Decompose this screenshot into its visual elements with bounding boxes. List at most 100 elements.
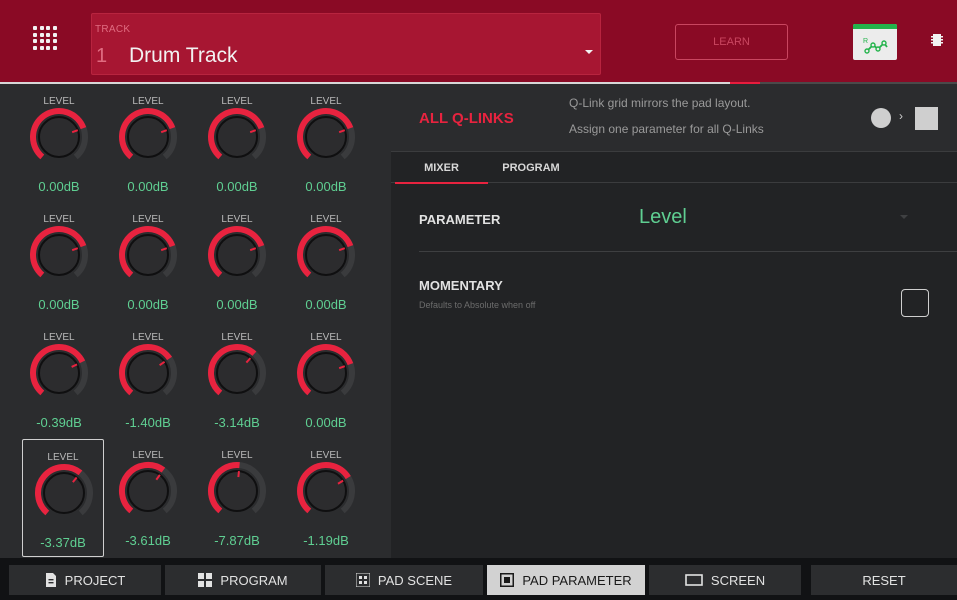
grid-dot	[39, 26, 44, 30]
knob-body	[38, 116, 80, 158]
knob-label: LEVEL	[221, 450, 253, 461]
pad-parameter-button[interactable]: PAD PARAMETER	[487, 565, 645, 595]
header-bar: TRACK 1 Drum Track LEARN R	[0, 0, 957, 84]
knob-body	[38, 234, 80, 276]
knob-dial[interactable]	[207, 343, 267, 403]
pad-scene-label: PAD SCENE	[377, 572, 453, 588]
knob-label: LEVEL	[221, 96, 253, 107]
qlink-knob-grid: LEVEL 0.00dB LEVEL 0.00dB LEVEL 0.00dB LEVEL 0.…	[0, 84, 391, 558]
qlink-knob[interactable]: LEVEL 0.00dB	[196, 202, 278, 320]
qlink-knob[interactable]: LEVEL -7.87dB	[196, 438, 278, 556]
qlink-knob[interactable]: LEVEL 0.00dB	[18, 202, 100, 320]
track-selector[interactable]: TRACK 1 Drum Track	[91, 13, 601, 75]
qlink-knob[interactable]: LEVEL -1.40dB	[107, 320, 189, 438]
qlink-knob[interactable]: LEVEL -3.61dB	[107, 438, 189, 556]
knob-label: LEVEL	[221, 332, 253, 343]
knob-value: -1.19dB	[303, 533, 349, 548]
qlink-knob[interactable]: LEVEL -1.19dB	[285, 438, 367, 556]
knob-value: 0.00dB	[127, 297, 169, 312]
qlinks-description-line2: Assign one parameter for all Q-Links	[569, 122, 764, 136]
knob-dial[interactable]	[207, 461, 267, 521]
qlink-knob[interactable]: LEVEL 0.00dB	[196, 84, 278, 202]
qlink-knob[interactable]: LEVEL 0.00dB	[18, 84, 100, 202]
knob-dial[interactable]	[296, 225, 356, 285]
circle-mode-icon[interactable]	[871, 108, 891, 128]
track-label: TRACK	[95, 24, 131, 35]
knob-value: -3.61dB	[125, 533, 171, 548]
knob-value: -1.40dB	[125, 415, 171, 430]
knob-body	[216, 234, 258, 276]
pad-scene-button[interactable]: PAD SCENE	[325, 565, 483, 595]
grid-dot	[33, 45, 37, 50]
qlinks-title: ALL Q-LINKS	[419, 110, 514, 127]
chevron-down-icon	[900, 215, 908, 219]
qlinks-header: ALL Q-LINKS Q-Link grid mirrors the pad …	[391, 84, 957, 152]
grid-menu-icon[interactable]	[33, 26, 57, 50]
qlink-knob[interactable]: LEVEL 0.00dB	[285, 320, 367, 438]
qlink-knob[interactable]: LEVEL -3.14dB	[196, 320, 278, 438]
grid-dot	[52, 26, 57, 30]
qlink-knob[interactable]: LEVEL -0.39dB	[18, 320, 100, 438]
knob-dial[interactable]	[207, 107, 267, 167]
grid-dot	[52, 39, 57, 44]
learn-button[interactable]: LEARN	[675, 24, 788, 60]
qlink-knob[interactable]: LEVEL 0.00dB	[107, 84, 189, 202]
program-button[interactable]: PROGRAM	[165, 565, 321, 595]
knob-body	[305, 352, 347, 394]
grid-dot	[39, 39, 44, 44]
knob-body	[127, 470, 169, 512]
parameter-select[interactable]: Level	[639, 206, 687, 229]
knob-value: 0.00dB	[216, 297, 258, 312]
knob-body	[216, 116, 258, 158]
chip-icon[interactable]	[931, 33, 943, 47]
tab-program[interactable]: PROGRAM	[496, 152, 566, 183]
pad-scene-icon	[355, 573, 370, 587]
knob-dial[interactable]	[296, 461, 356, 521]
knob-dial[interactable]	[296, 107, 356, 167]
knob-value: -7.87dB	[214, 533, 260, 548]
knob-dial[interactable]	[34, 463, 94, 523]
project-file-icon	[45, 573, 56, 587]
qlink-knob[interactable]: LEVEL 0.00dB	[107, 202, 189, 320]
knob-dial[interactable]	[29, 225, 89, 285]
divider	[419, 251, 957, 252]
knob-body	[127, 116, 169, 158]
momentary-checkbox[interactable]	[901, 289, 929, 317]
track-number: 1	[96, 45, 108, 67]
knob-label: LEVEL	[310, 214, 342, 225]
knob-body	[127, 352, 169, 394]
momentary-label: MOMENTARY	[419, 278, 503, 293]
knob-dial[interactable]	[296, 343, 356, 403]
tab-mixer[interactable]: MIXER	[395, 152, 488, 184]
square-mode-icon[interactable]	[915, 107, 938, 130]
knob-value: 0.00dB	[305, 179, 347, 194]
screen-icon	[685, 574, 703, 586]
knob-value: -0.39dB	[36, 415, 82, 430]
screen-label: SCREEN	[710, 572, 766, 588]
momentary-description: Defaults to Absolute when off	[419, 300, 536, 310]
automation-button[interactable]: R	[853, 24, 897, 60]
program-label: PROGRAM	[220, 572, 288, 588]
chevron-down-icon	[585, 50, 593, 54]
knob-value: 0.00dB	[38, 179, 80, 194]
knob-dial[interactable]	[207, 225, 267, 285]
knob-dial[interactable]	[29, 343, 89, 403]
reset-button[interactable]: RESET	[811, 565, 957, 595]
knob-dial[interactable]	[118, 107, 178, 167]
qlink-knob[interactable]: LEVEL 0.00dB	[285, 202, 367, 320]
knob-body	[43, 472, 85, 514]
grid-dot	[52, 45, 57, 50]
screen-button[interactable]: SCREEN	[649, 565, 801, 595]
grid-dot	[33, 39, 37, 44]
qlink-knob[interactable]: LEVEL -3.37dB	[22, 439, 104, 557]
knob-dial[interactable]	[118, 343, 178, 403]
knob-dial[interactable]	[118, 225, 178, 285]
project-button[interactable]: PROJECT	[9, 565, 161, 595]
qlink-knob[interactable]: LEVEL 0.00dB	[285, 84, 367, 202]
grid-dot	[46, 39, 51, 44]
knob-label: LEVEL	[43, 96, 75, 107]
reset-label: RESET	[862, 572, 906, 588]
knob-dial[interactable]	[29, 107, 89, 167]
knob-label: LEVEL	[132, 214, 164, 225]
knob-dial[interactable]	[118, 461, 178, 521]
